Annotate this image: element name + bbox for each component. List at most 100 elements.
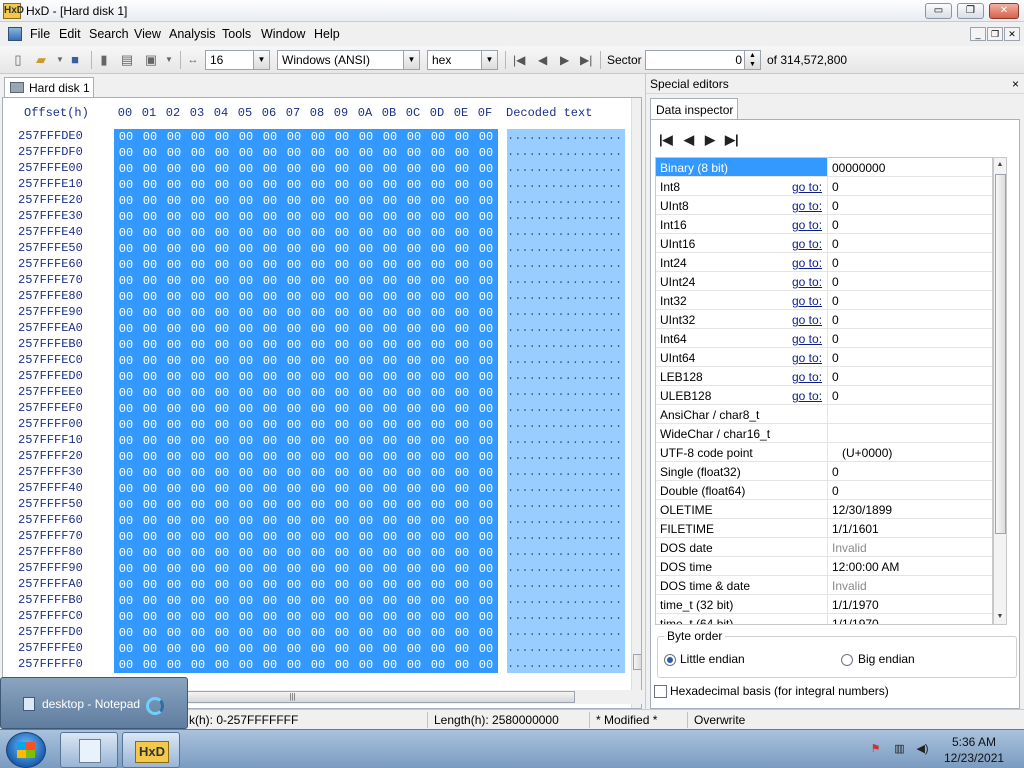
- hex-byte[interactable]: 00: [354, 161, 378, 177]
- hex-byte[interactable]: 00: [378, 465, 402, 481]
- decoded-text[interactable]: ................: [507, 545, 625, 561]
- hex-byte[interactable]: 00: [186, 417, 210, 433]
- hex-byte[interactable]: 00: [474, 225, 498, 241]
- hex-byte[interactable]: 00: [138, 177, 162, 193]
- hex-byte[interactable]: 00: [258, 193, 282, 209]
- hex-byte[interactable]: 00: [258, 161, 282, 177]
- hex-byte[interactable]: 00: [258, 369, 282, 385]
- hex-byte[interactable]: 00: [306, 129, 330, 145]
- hex-byte[interactable]: 00: [114, 369, 138, 385]
- hex-byte[interactable]: 00: [210, 593, 234, 609]
- hex-byte[interactable]: 00: [306, 577, 330, 593]
- hex-byte[interactable]: 00: [426, 177, 450, 193]
- hex-byte[interactable]: 00: [258, 465, 282, 481]
- hex-byte[interactable]: 00: [306, 449, 330, 465]
- hex-byte[interactable]: 00: [282, 337, 306, 353]
- hex-byte[interactable]: 00: [138, 289, 162, 305]
- hex-row[interactable]: 257FFFE40 00 00 00 00 00 00 00 00 00 00 00 00 00 00 00 0…: [3, 225, 628, 241]
- hex-byte[interactable]: 00: [306, 337, 330, 353]
- hex-byte[interactable]: 00: [114, 481, 138, 497]
- hex-byte[interactable]: 00: [162, 481, 186, 497]
- hex-byte[interactable]: 00: [330, 433, 354, 449]
- inspector-value[interactable]: 0: [827, 177, 992, 195]
- hex-byte[interactable]: 00: [330, 497, 354, 513]
- hex-byte[interactable]: 00: [306, 369, 330, 385]
- hex-byte[interactable]: 00: [282, 609, 306, 625]
- hex-byte[interactable]: 00: [306, 481, 330, 497]
- hex-byte[interactable]: 00: [330, 385, 354, 401]
- hex-byte[interactable]: 00: [474, 497, 498, 513]
- hex-byte[interactable]: 00: [258, 609, 282, 625]
- hex-byte[interactable]: 00: [378, 337, 402, 353]
- hex-byte[interactable]: 00: [186, 321, 210, 337]
- hex-byte[interactable]: 00: [354, 369, 378, 385]
- hex-byte[interactable]: 00: [474, 401, 498, 417]
- hex-byte[interactable]: 00: [162, 545, 186, 561]
- hex-byte[interactable]: 00: [234, 449, 258, 465]
- hex-byte[interactable]: 00: [426, 577, 450, 593]
- hex-byte[interactable]: 00: [402, 257, 426, 273]
- hex-byte[interactable]: 00: [378, 257, 402, 273]
- hex-byte[interactable]: 00: [162, 225, 186, 241]
- hex-byte[interactable]: 00: [450, 209, 474, 225]
- first-sector-icon[interactable]: |◀: [513, 53, 525, 67]
- inspector-value[interactable]: 0: [827, 253, 992, 271]
- hex-byte[interactable]: 00: [426, 561, 450, 577]
- hex-byte[interactable]: 00: [330, 625, 354, 641]
- hex-byte[interactable]: 00: [186, 193, 210, 209]
- save-icon[interactable]: ■: [67, 52, 83, 68]
- hex-byte[interactable]: 00: [282, 225, 306, 241]
- hex-byte[interactable]: 00: [378, 641, 402, 657]
- hex-byte[interactable]: 00: [402, 193, 426, 209]
- hex-byte[interactable]: 00: [450, 337, 474, 353]
- hex-byte[interactable]: 00: [378, 177, 402, 193]
- hex-byte[interactable]: 00: [162, 273, 186, 289]
- hex-byte[interactable]: 00: [378, 657, 402, 673]
- decoded-text[interactable]: ................: [507, 433, 625, 449]
- hex-byte[interactable]: 00: [450, 289, 474, 305]
- inspector-row[interactable]: DOS time & date Invalid: [656, 576, 992, 595]
- goto-link[interactable]: go to:: [792, 389, 822, 403]
- hex-byte[interactable]: 00: [162, 449, 186, 465]
- hex-byte[interactable]: 00: [426, 241, 450, 257]
- hex-byte[interactable]: 00: [258, 433, 282, 449]
- hex-byte[interactable]: 00: [474, 209, 498, 225]
- hex-byte[interactable]: 00: [330, 577, 354, 593]
- hex-byte[interactable]: 00: [162, 417, 186, 433]
- hex-byte[interactable]: 00: [138, 225, 162, 241]
- hex-row[interactable]: 257FFFF80 00 00 00 00 00 00 00 00 00 00 00 00 00 00 00 0…: [3, 545, 628, 561]
- decoded-text[interactable]: ................: [507, 481, 625, 497]
- inspector-row[interactable]: OLETIME 12/30/1899: [656, 500, 992, 519]
- hex-byte[interactable]: 00: [138, 577, 162, 593]
- inspector-row[interactable]: Int64 go to: 0: [656, 329, 992, 348]
- offset-base-select[interactable]: hex ▼: [427, 50, 498, 70]
- hex-byte[interactable]: 00: [138, 545, 162, 561]
- hex-byte[interactable]: 00: [114, 161, 138, 177]
- hex-byte[interactable]: 00: [402, 401, 426, 417]
- hex-byte[interactable]: 00: [162, 625, 186, 641]
- inspector-row[interactable]: Int32 go to: 0: [656, 291, 992, 310]
- hex-byte[interactable]: 00: [474, 465, 498, 481]
- hex-byte[interactable]: 00: [354, 321, 378, 337]
- taskbar-notepad-button[interactable]: [60, 732, 118, 768]
- hex-byte[interactable]: 00: [234, 625, 258, 641]
- hex-byte[interactable]: 00: [450, 129, 474, 145]
- hex-byte[interactable]: 00: [354, 609, 378, 625]
- hex-byte[interactable]: 00: [282, 481, 306, 497]
- hex-byte[interactable]: 00: [210, 561, 234, 577]
- inspector-row[interactable]: WideChar / char16_t: [656, 424, 992, 443]
- hex-byte[interactable]: 00: [474, 353, 498, 369]
- inspector-value[interactable]: 0: [827, 386, 992, 404]
- hex-byte[interactable]: 00: [186, 529, 210, 545]
- status-mode[interactable]: Overwrite: [694, 713, 745, 727]
- decoded-text[interactable]: ................: [507, 529, 625, 545]
- hex-byte[interactable]: 00: [450, 241, 474, 257]
- inspector-value[interactable]: 0: [827, 196, 992, 214]
- menu-help[interactable]: Help: [314, 27, 340, 41]
- hex-byte[interactable]: 00: [258, 625, 282, 641]
- hex-byte[interactable]: 00: [426, 273, 450, 289]
- hex-byte[interactable]: 00: [210, 369, 234, 385]
- hex-byte[interactable]: 00: [306, 273, 330, 289]
- hex-byte[interactable]: 00: [162, 369, 186, 385]
- hex-byte[interactable]: 00: [306, 417, 330, 433]
